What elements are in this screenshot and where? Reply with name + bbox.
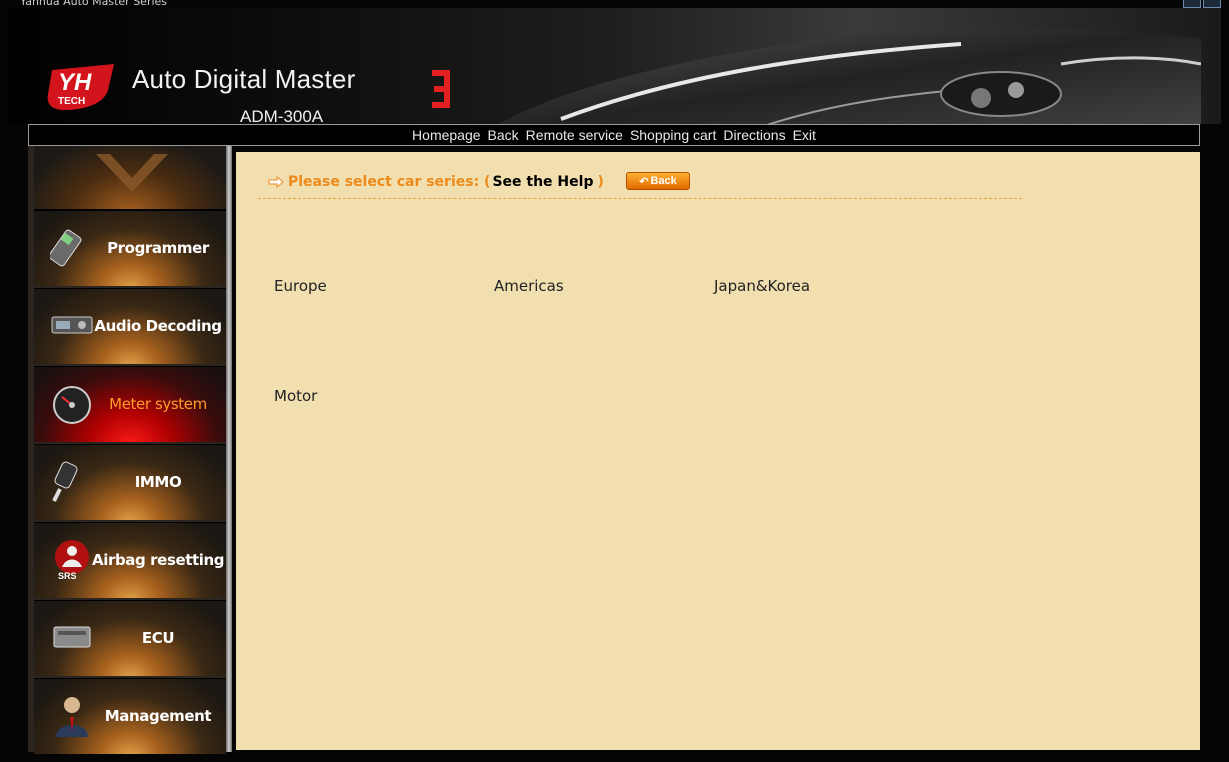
ecu-module-icon <box>53 626 91 648</box>
top-nav: Homepage Back Remote service Shopping ca… <box>28 124 1200 146</box>
nav-exit[interactable]: Exit <box>793 127 816 143</box>
sidebar-item-airbag-resetting[interactable]: SRS Airbag resetting <box>34 522 226 598</box>
app-window: Yanhua Auto Master Series YH TECH Auto D… <box>0 0 1229 762</box>
speedometer-icon <box>53 386 91 424</box>
back-button[interactable]: ↶ Back <box>626 172 690 190</box>
prompt-close: ) <box>597 174 604 190</box>
nav-directions[interactable]: Directions <box>723 127 785 143</box>
series-prompt: Please select car series: ( See the Help… <box>268 174 604 190</box>
series-japan-korea[interactable]: Japan&Korea <box>714 277 810 295</box>
arrow-right-icon <box>268 176 284 188</box>
header-banner: YH TECH Auto Digital Master ADM-300A <box>8 8 1221 124</box>
car-radio-icon <box>51 316 93 334</box>
sidebar-item-programmer[interactable]: Programmer <box>34 210 226 286</box>
chevron-down-icon <box>96 154 168 192</box>
sidebar-item-label: Airbag resetting <box>92 551 225 569</box>
window-title: Yanhua Auto Master Series <box>20 0 168 8</box>
svg-text:YH: YH <box>58 69 92 96</box>
back-button-label: Back <box>650 175 677 187</box>
sidebar-item-audio-decoding[interactable]: Audio Decoding <box>34 288 226 364</box>
yh-tech-logo: YH TECH <box>47 64 114 110</box>
series-americas[interactable]: Americas <box>494 277 564 295</box>
logo-3-mark <box>432 70 450 108</box>
prompt-text: Please select car series: ( <box>288 174 491 190</box>
minimize-button[interactable] <box>1183 0 1201 8</box>
sidebar-header <box>34 146 226 210</box>
sidebar: Programmer Audio Decoding Meter system I… <box>28 146 232 754</box>
product-title: Auto Digital Master <box>132 64 356 94</box>
sidebar-item-label: Audio Decoding <box>94 317 222 335</box>
nav-shopping-cart[interactable]: Shopping cart <box>630 127 716 143</box>
sidebar-item-label: IMMO <box>134 473 182 491</box>
car-key-icon <box>52 461 78 502</box>
nav-remote-service[interactable]: Remote service <box>526 127 623 143</box>
sidebar-item-management[interactable]: Management <box>34 678 226 754</box>
svg-text:SRS: SRS <box>58 571 77 581</box>
close-button[interactable] <box>1203 0 1221 8</box>
svg-text:TECH: TECH <box>58 96 85 107</box>
nav-back[interactable]: Back <box>488 127 519 143</box>
window-controls <box>1183 0 1221 8</box>
main-content: Please select car series: ( See the Help… <box>236 152 1200 750</box>
series-motor[interactable]: Motor <box>274 387 317 405</box>
sidebar-item-label: Meter system <box>109 395 207 413</box>
car-banner-image <box>498 27 1201 124</box>
series-europe[interactable]: Europe <box>274 277 327 295</box>
sidebar-item-meter-system[interactable]: Meter system <box>34 366 226 442</box>
divider-line <box>258 198 1022 199</box>
sidebar-item-label: Programmer <box>107 239 209 257</box>
sidebar-item-ecu[interactable]: ECU <box>34 600 226 676</box>
help-link[interactable]: See the Help <box>492 174 593 190</box>
user-manager-icon <box>56 697 88 737</box>
sidebar-item-label: ECU <box>141 629 175 647</box>
nav-homepage[interactable]: Homepage <box>412 127 481 143</box>
sidebar-divider <box>226 146 232 752</box>
sidebar-item-label: Management <box>104 707 212 725</box>
sidebar-item-immo[interactable]: IMMO <box>34 444 226 520</box>
back-arrow-icon: ↶ <box>639 175 649 188</box>
programmer-icon <box>50 229 82 267</box>
model-label: ADM-300A <box>240 107 324 124</box>
airbag-srs-icon: SRS <box>55 540 89 581</box>
